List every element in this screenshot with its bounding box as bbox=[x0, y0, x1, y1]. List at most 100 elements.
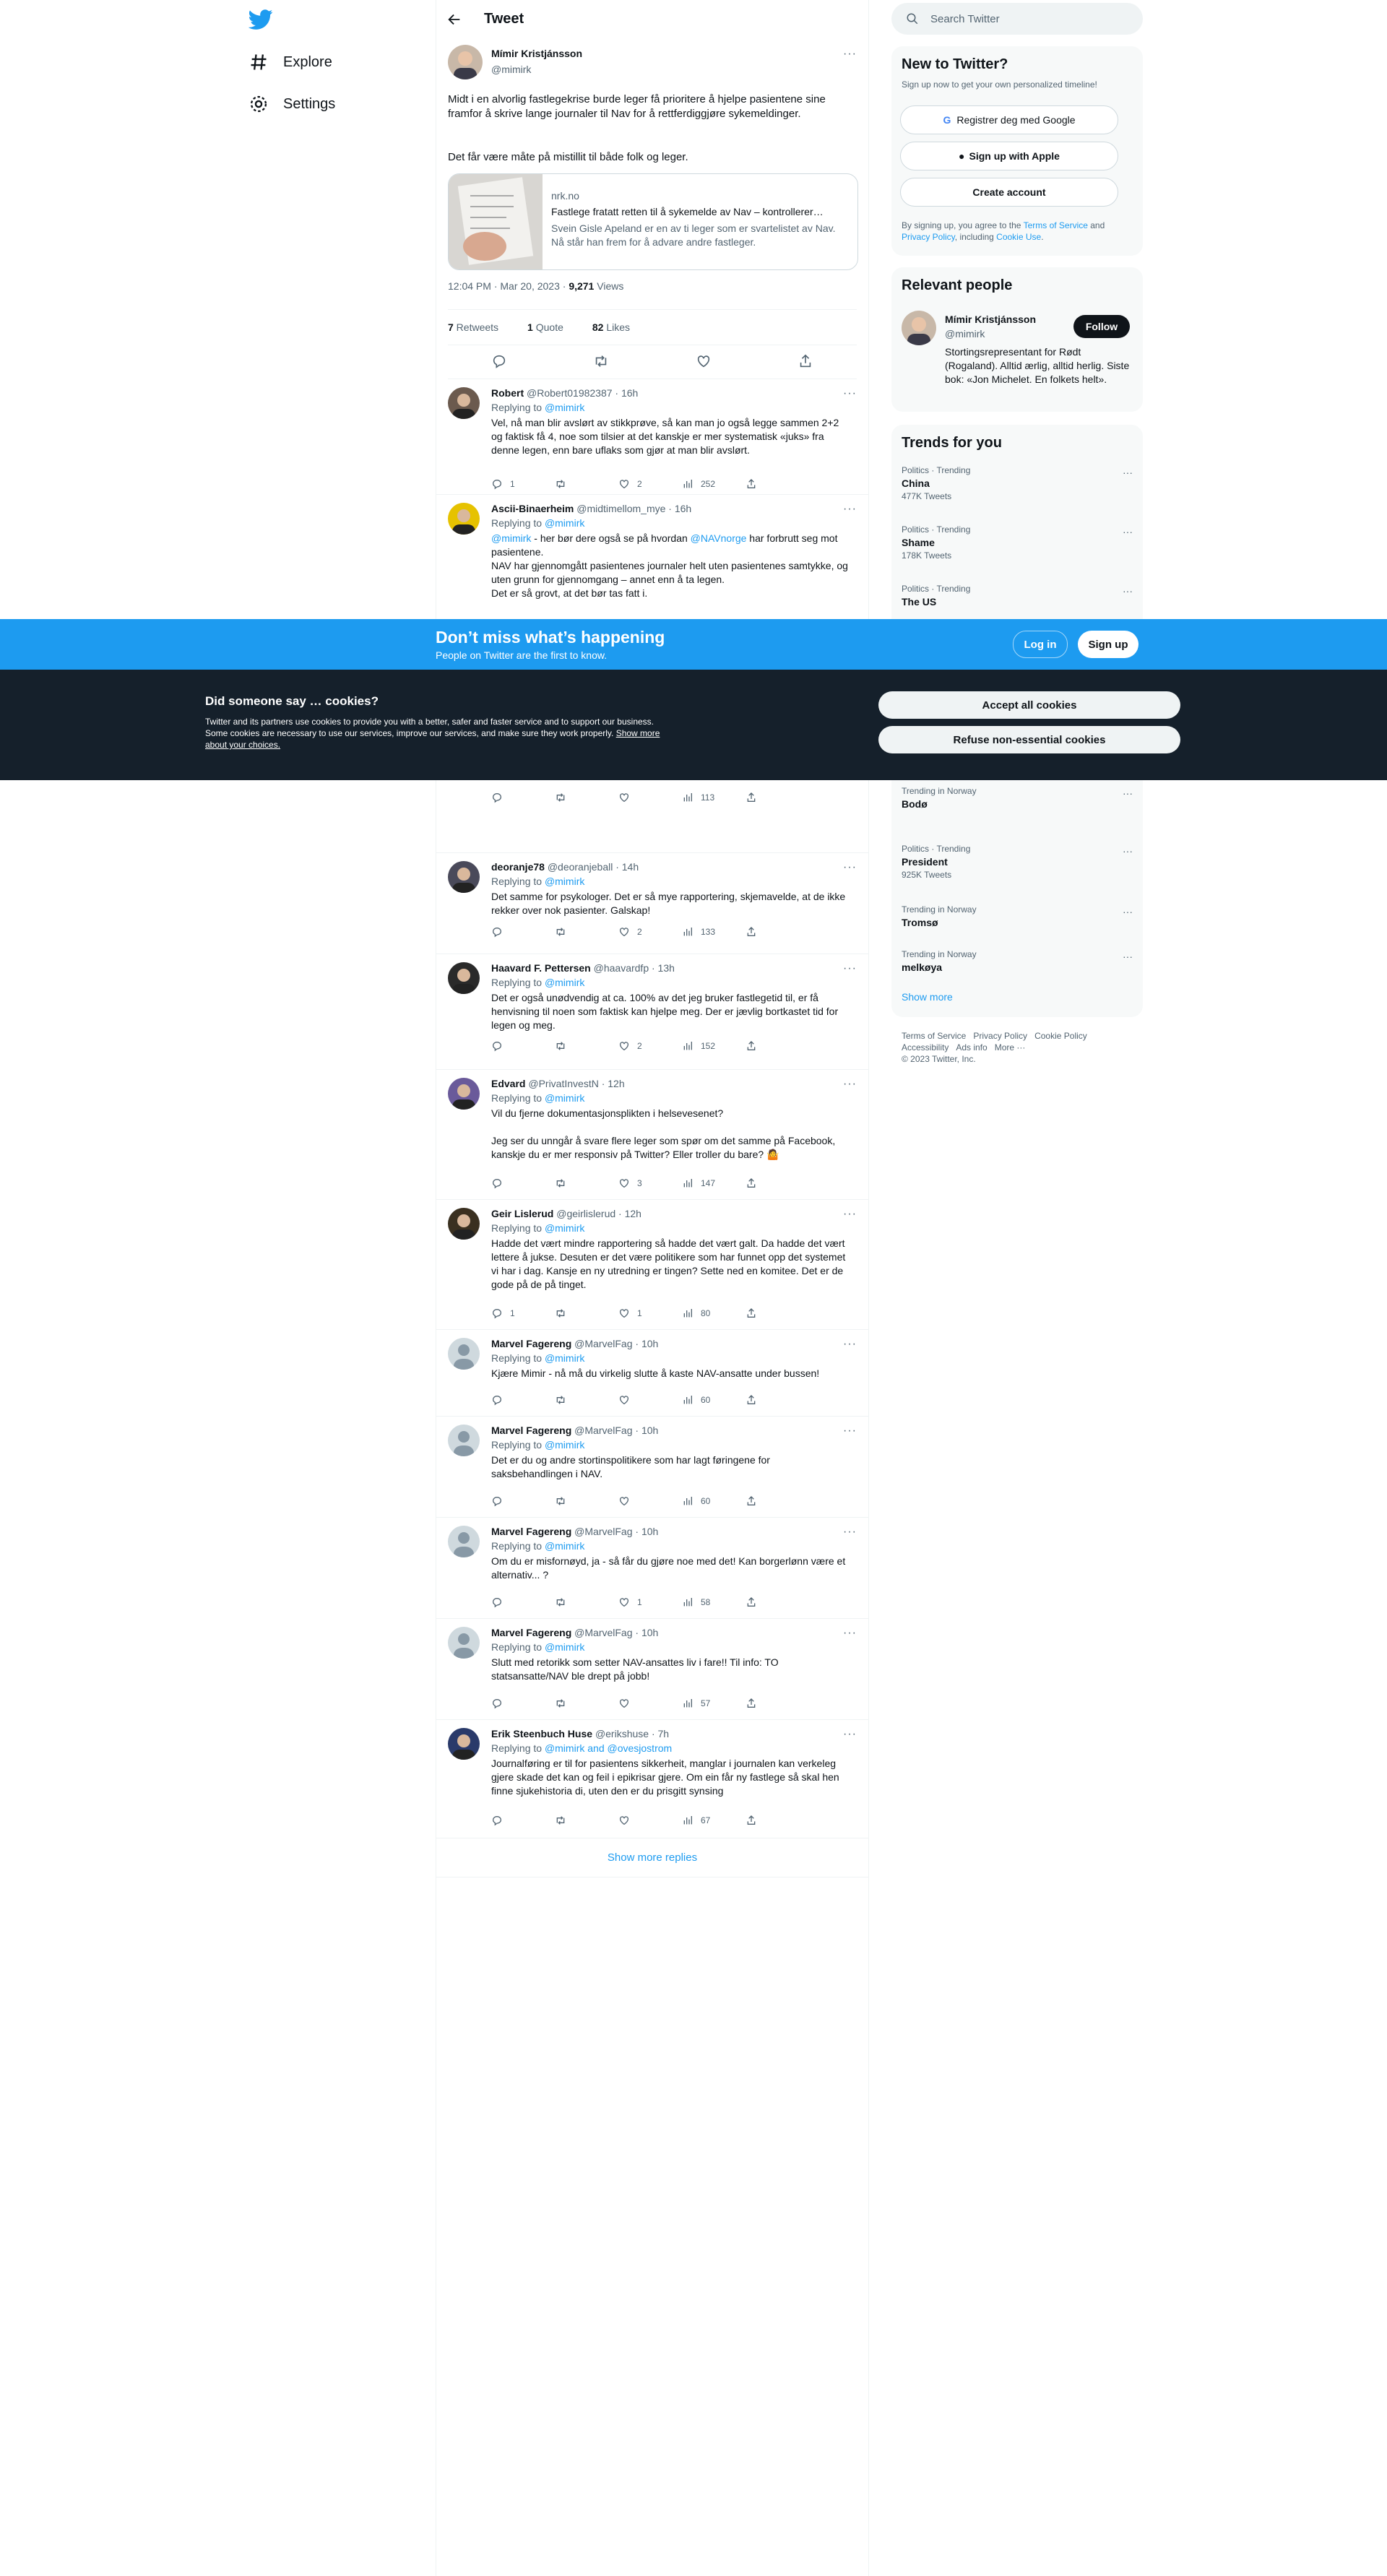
more-icon[interactable]: ··· bbox=[843, 1526, 857, 1539]
reply-retweet-button[interactable] bbox=[555, 1394, 618, 1406]
retweet-icon[interactable] bbox=[593, 353, 609, 369]
reply-views[interactable]: 67 bbox=[682, 1815, 746, 1826]
nav-settings[interactable]: Settings bbox=[249, 84, 335, 124]
trend-item[interactable]: Politics · Trending China 477K Tweets ··· bbox=[902, 465, 1133, 501]
reply-views[interactable]: 113 bbox=[682, 792, 746, 803]
more-icon[interactable]: ··· bbox=[843, 962, 857, 975]
reply-tweet[interactable]: Erik Steenbuch Huse @erikshuse · 7h ··· Re… bbox=[436, 1719, 868, 1838]
more-icon[interactable]: ··· bbox=[843, 1728, 857, 1741]
reply-reply-button[interactable] bbox=[491, 1596, 555, 1608]
reply-like-button[interactable]: 2 bbox=[618, 478, 682, 490]
reply-tweet[interactable]: Haavard F. Pettersen @haavardfp · 13h ···… bbox=[436, 954, 868, 1070]
reply-author-name[interactable]: Geir Lislerud bbox=[491, 1208, 553, 1219]
follow-button[interactable]: Follow bbox=[1073, 315, 1130, 338]
reply-author-name[interactable]: Marvel Fagereng bbox=[491, 1627, 571, 1638]
show-more-replies[interactable]: Show more replies bbox=[436, 1838, 868, 1877]
reply-views[interactable]: 133 bbox=[682, 926, 746, 938]
reply-retweet-button[interactable] bbox=[555, 1308, 618, 1319]
reply-retweet-button[interactable] bbox=[555, 926, 618, 938]
reply-views[interactable]: 80 bbox=[682, 1308, 746, 1319]
more-icon[interactable]: ··· bbox=[1123, 585, 1133, 597]
replying-mention[interactable]: @mimirk bbox=[545, 977, 584, 988]
mention-link[interactable]: @NAVnorge bbox=[691, 532, 747, 544]
replying-mention[interactable]: @mimirk bbox=[545, 1092, 584, 1104]
twitter-bird-icon[interactable] bbox=[249, 7, 273, 32]
reply-avatar[interactable] bbox=[448, 1526, 480, 1557]
reply-avatar[interactable] bbox=[448, 962, 480, 994]
reply-reply-button[interactable]: 1 bbox=[491, 478, 555, 490]
relevant-avatar[interactable] bbox=[902, 311, 936, 345]
reply-reply-button[interactable]: 1 bbox=[491, 1308, 555, 1319]
more-icon[interactable]: ··· bbox=[1123, 787, 1133, 799]
reply-share-button[interactable] bbox=[746, 1177, 809, 1189]
reply-author-name[interactable]: deoranje78 bbox=[491, 861, 545, 873]
reply-share-button[interactable] bbox=[746, 1596, 809, 1608]
privacy-link[interactable]: Privacy Policy bbox=[902, 232, 955, 242]
reply-views[interactable]: 60 bbox=[682, 1495, 746, 1507]
trend-item[interactable]: Trending in Norway melkøya ··· bbox=[902, 949, 1133, 973]
reply-author-name[interactable]: Haavard F. Pettersen bbox=[491, 962, 591, 974]
retweets-stat[interactable]: 7 Retweets bbox=[448, 321, 513, 333]
reply-reply-button[interactable] bbox=[491, 792, 555, 803]
reply-avatar[interactable] bbox=[448, 1425, 480, 1456]
author-avatar[interactable] bbox=[448, 45, 483, 79]
footer-accessibility[interactable]: Accessibility bbox=[902, 1042, 949, 1053]
reply-share-button[interactable] bbox=[746, 1394, 809, 1406]
reply-like-button[interactable] bbox=[618, 1815, 682, 1826]
apple-signup-button[interactable]: ● Sign up with Apple bbox=[900, 142, 1118, 170]
reply-avatar[interactable] bbox=[448, 503, 480, 535]
footer-terms[interactable]: Terms of Service bbox=[902, 1031, 966, 1041]
reply-like-button[interactable] bbox=[618, 1394, 682, 1406]
reply-reply-button[interactable] bbox=[491, 1040, 555, 1052]
reply-author-name[interactable]: Ascii-Binaerheim bbox=[491, 503, 574, 514]
login-button[interactable]: Log in bbox=[1013, 631, 1068, 658]
replying-mention[interactable]: @mimirk bbox=[545, 1641, 584, 1653]
reply-views[interactable]: 57 bbox=[682, 1698, 746, 1709]
reply-like-button[interactable] bbox=[618, 792, 682, 803]
reply-avatar[interactable] bbox=[448, 1627, 480, 1659]
reply-tweet[interactable]: Marvel Fagereng @MarvelFag · 10h ··· Reply… bbox=[436, 1416, 868, 1518]
footer-privacy[interactable]: Privacy Policy bbox=[973, 1031, 1027, 1041]
reply-author-name[interactable]: Marvel Fagereng bbox=[491, 1526, 571, 1537]
reply-views[interactable]: 152 bbox=[682, 1040, 746, 1052]
reply-author-name[interactable]: Edvard bbox=[491, 1078, 525, 1089]
reply-views[interactable]: 252 bbox=[682, 478, 746, 490]
reply-share-button[interactable] bbox=[746, 1815, 809, 1826]
accept-cookies-button[interactable]: Accept all cookies bbox=[878, 691, 1180, 719]
reply-reply-button[interactable] bbox=[491, 1815, 555, 1826]
reply-like-button[interactable]: 2 bbox=[618, 1040, 682, 1052]
more-icon[interactable]: ··· bbox=[1123, 845, 1133, 857]
terms-link[interactable]: Terms of Service bbox=[1024, 220, 1088, 230]
reply-reply-button[interactable] bbox=[491, 1495, 555, 1507]
reply-like-button[interactable]: 3 bbox=[618, 1177, 682, 1189]
reply-like-button[interactable] bbox=[618, 1698, 682, 1709]
reply-tweet[interactable]: Geir Lislerud @geirlislerud · 12h ··· Repl… bbox=[436, 1199, 868, 1330]
more-icon[interactable]: ··· bbox=[843, 1208, 857, 1221]
more-icon[interactable]: ··· bbox=[843, 1338, 857, 1351]
trend-item[interactable]: Trending in Norway Tromsø ··· bbox=[902, 904, 1133, 928]
refuse-cookies-button[interactable]: Refuse non-essential cookies bbox=[878, 726, 1180, 753]
trend-item[interactable]: Trending in Norway Bodø ··· bbox=[902, 786, 1133, 810]
reply-avatar[interactable] bbox=[448, 1208, 480, 1240]
author-handle[interactable]: @mimirk bbox=[491, 64, 531, 75]
reply-tweet[interactable]: Edvard @PrivatInvestN · 12h ··· Replying t… bbox=[436, 1069, 868, 1200]
likes-stat[interactable]: 82 Likes bbox=[592, 321, 644, 333]
reply-like-button[interactable]: 1 bbox=[618, 1308, 682, 1319]
signup-button[interactable]: Sign up bbox=[1078, 631, 1138, 658]
create-account-button[interactable]: Create account bbox=[900, 178, 1118, 207]
reply-retweet-button[interactable] bbox=[555, 1495, 618, 1507]
reply-share-button[interactable] bbox=[746, 1495, 809, 1507]
more-icon[interactable]: ··· bbox=[1123, 951, 1133, 962]
reply-retweet-button[interactable] bbox=[555, 1040, 618, 1052]
reply-reply-button[interactable] bbox=[491, 1394, 555, 1406]
reply-icon[interactable] bbox=[491, 353, 507, 369]
share-icon[interactable] bbox=[798, 353, 813, 369]
link-card[interactable]: nrk.no Fastlege fratatt retten til å syk… bbox=[448, 173, 858, 270]
more-icon[interactable]: ··· bbox=[843, 861, 857, 874]
reply-tweet[interactable]: Marvel Fagereng @MarvelFag · 10h ··· Reply… bbox=[436, 1517, 868, 1619]
replying-mention[interactable]: @mimirk bbox=[545, 1352, 584, 1364]
cookie-link[interactable]: Cookie Use bbox=[996, 232, 1041, 242]
search-input[interactable]: Search Twitter bbox=[930, 13, 1000, 25]
more-icon[interactable]: ··· bbox=[843, 1425, 857, 1438]
mention-link[interactable]: @mimirk bbox=[491, 532, 531, 544]
